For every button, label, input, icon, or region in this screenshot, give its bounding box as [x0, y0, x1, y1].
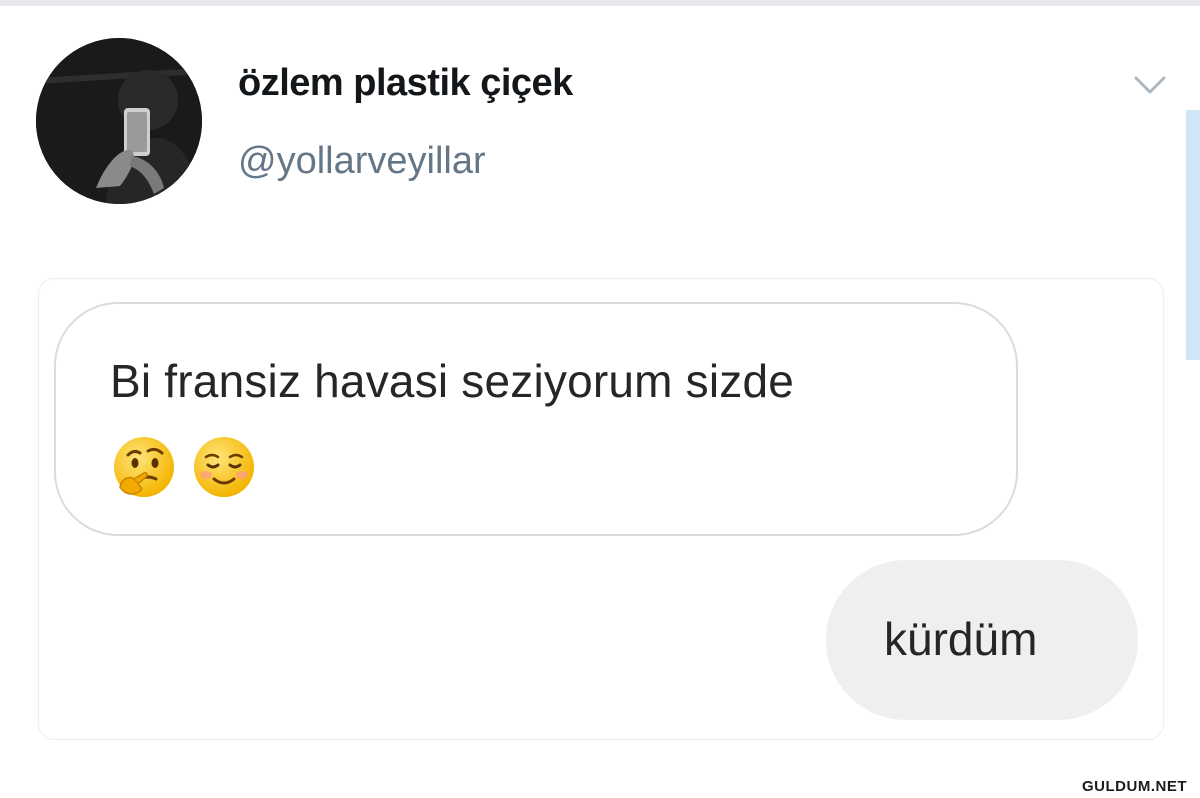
chevron-down-icon[interactable] — [1130, 70, 1170, 100]
user-handle[interactable]: @yollarveyillar — [238, 140, 486, 183]
smiling-face-emoji — [192, 435, 256, 499]
top-divider — [0, 0, 1200, 6]
avatar-photo — [36, 38, 202, 204]
avatar[interactable] — [36, 38, 202, 204]
incoming-message-bubble — [54, 302, 1018, 536]
incoming-message-text: Bi fransiz havasi seziyorum sizde — [110, 355, 795, 407]
display-name[interactable]: özlem plastik çiçek — [238, 62, 573, 105]
outgoing-message-text: kürdüm — [884, 613, 1038, 665]
watermark: GULDUM.NET — [1082, 778, 1187, 795]
scrollbar[interactable] — [1186, 110, 1200, 360]
thinking-face-emoji — [112, 435, 176, 499]
